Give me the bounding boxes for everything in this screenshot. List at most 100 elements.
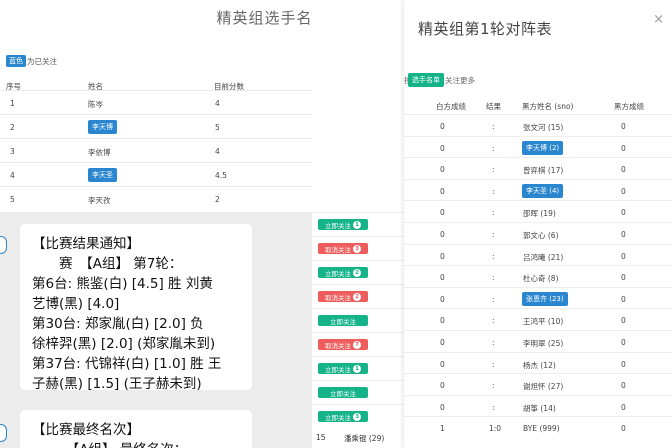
pairing-row: 0: 李天博 (2) 0 (404, 135, 672, 158)
player-no: 2 (10, 123, 15, 132)
unfollow-button[interactable]: 取消关注7 (318, 339, 368, 350)
white-score: 0 (440, 143, 445, 153)
black-name-followed[interactable]: 李天圣 (4) (522, 183, 564, 198)
result: : (492, 122, 495, 131)
button-label: 立即关注 (325, 221, 351, 230)
unfollow-button[interactable]: 取消关注 3 (318, 243, 368, 254)
final-ranking-bubble: 【比赛最终名次】 【A组】 最终名次： (20, 410, 252, 448)
black-name[interactable]: 胡筝 (14) (523, 403, 556, 414)
player-row-partial: 立即关注 (312, 380, 404, 404)
player-row-partial: 立即关注 2 (312, 260, 404, 284)
black-name-followed[interactable]: 张恩齐 (23) (522, 291, 568, 306)
pairing-row: 0: 胡筝 (14) 0 (404, 394, 672, 417)
follow-count-badge: 3 (353, 412, 361, 421)
player-score: 4 (215, 147, 220, 156)
button-label: 立即关注 (330, 389, 356, 398)
result: : (492, 338, 495, 347)
unfollow-button[interactable]: 取消关注 2 (318, 291, 368, 302)
bottom-row-name: 潘乘锟 (29) (344, 434, 385, 443)
follow-count-badge: 1 (353, 364, 361, 373)
result: 1:0 (489, 424, 502, 434)
black-score: 0 (621, 273, 626, 283)
result: : (492, 402, 495, 412)
message-line: 徐梓羿(黑) [2.0] (郑家胤未到) (32, 336, 216, 352)
white-score: 0 (440, 294, 445, 304)
message-line: 【比赛结果通知】 (32, 236, 140, 252)
black-name[interactable]: 曾弈棋 (17) (523, 165, 563, 176)
message-line: 第37台: 代锦祥(白) [1.0] 胜 王 (32, 356, 222, 372)
avatar-edge[interactable] (0, 236, 7, 254)
pairing-row: 0: 吕鸿曦 (21) 0 (404, 243, 672, 266)
pairing-row: 0: 张文河 (15) 0 (404, 114, 672, 136)
black-score: 0 (621, 230, 626, 239)
follow-count-badge: 1 (353, 220, 361, 229)
pairing-row: 1 1:0 BYE (999) 0 (404, 416, 672, 438)
legend-blue-chip: 蓝色 (6, 55, 26, 67)
black-name[interactable]: 李明翠 (25) (523, 338, 563, 349)
black-name[interactable]: 杨杰 (12) (523, 360, 556, 371)
pairing-row: 0: 谢炟怀 (27) 0 (404, 373, 672, 395)
pairing-row: 0: 邵晖 (19) 0 (404, 200, 672, 222)
white-score: 0 (440, 251, 445, 261)
button-label: 立即关注 (330, 317, 356, 326)
black-name[interactable]: 张文河 (15) (523, 122, 563, 133)
player-no: 5 (10, 195, 15, 204)
black-score: 0 (621, 165, 626, 175)
white-score: 0 (440, 381, 445, 391)
follow-count-badge: 7 (353, 340, 361, 349)
black-name[interactable]: 谢炟怀 (27) (523, 381, 563, 392)
white-score: 0 (440, 273, 445, 283)
black-name[interactable]: 郭文心 (6) (523, 230, 559, 241)
black-name[interactable]: 王鸿平 (10) (523, 316, 563, 327)
black-score: 0 (621, 402, 626, 412)
black-score: 0 (621, 338, 626, 347)
player-row-partial: 立即关注 3 (312, 404, 404, 428)
black-name-followed[interactable]: 李天博 (2) (522, 140, 564, 155)
player-list-button[interactable]: 选手名单 (408, 73, 444, 87)
result-notice-bubble: 【比赛结果通知】 赛 【A组】 第7轮： 第6台: 熊鉴(白) [4.5] 胜 刘… (20, 224, 252, 392)
black-score: 0 (621, 208, 626, 218)
message-line: 赛 【A组】 第7轮： (32, 256, 183, 272)
followed-legend: 蓝色 为已关注 (6, 55, 57, 67)
player-score: 5 (215, 123, 220, 132)
pairing-toolbar: 按 选手名单 关注更多 (404, 73, 475, 87)
player-score: 4.5 (215, 171, 227, 180)
follow-button[interactable]: 立即关注 1 (318, 219, 368, 230)
white-score: 0 (440, 316, 445, 326)
follow-button[interactable]: 立即关注 (318, 387, 368, 398)
message-line: 第6台: 熊鉴(白) [4.5] 胜 刘黄 (32, 276, 213, 292)
white-score: 0 (440, 402, 445, 412)
follow-button[interactable]: 立即关注2 (318, 267, 368, 278)
pairing-dialog: 精英组第1轮对阵表 × 按 选手名单 关注更多 白方成绩 结果 黑方姓名 (sn… (404, 0, 672, 448)
avatar-edge-2[interactable] (0, 424, 7, 442)
pairing-row: 0: 李明翠 (25) 0 (404, 330, 672, 352)
follow-button[interactable]: 立即关注 1 (318, 363, 368, 374)
button-label: 取消关注 (325, 293, 351, 302)
player-name[interactable]: 李天孜 (88, 195, 111, 206)
pairing-row: 0: 王鸿平 (10) 0 (404, 308, 672, 330)
black-name[interactable]: 吕鸿曦 (21) (523, 252, 563, 263)
player-name[interactable]: 李依博 (88, 147, 111, 158)
close-icon[interactable]: × (653, 12, 664, 27)
player-name[interactable]: 陈岑 (88, 99, 103, 110)
player-row-partial: 取消关注 2 (312, 284, 404, 308)
black-name[interactable]: 邵晖 (19) (523, 208, 556, 219)
player-row-partial: 立即关注 (312, 308, 404, 332)
follow-button[interactable]: 立即关注 3 (318, 411, 368, 422)
follow-button[interactable]: 立即关注 (318, 315, 368, 326)
follow-buttons-column: 立即关注 1 取消关注 3 立即关注 2 取消关注 2 立即关注 取消关注 7 立即关注 1 立即关注 立即… (312, 0, 404, 448)
message-line: 第30台: 郑家胤(白) [2.0] 负 (32, 316, 204, 332)
player-row-partial: 取消关注 7 (312, 332, 404, 356)
message-line: 子赫(黑) [1.5] (王子赫未到) (32, 376, 202, 392)
player-name-followed[interactable]: 李天博 (88, 120, 117, 134)
white-score: 0 (440, 338, 445, 347)
result: : (492, 165, 495, 175)
pairing-row: 0: 郭文心 (6) 0 (404, 222, 672, 244)
black-name[interactable]: BYE (999) (523, 424, 560, 433)
follow-more-text: 关注更多 (445, 75, 475, 85)
white-score: 1 (440, 424, 445, 434)
black-name[interactable]: 杜心奇 (8) (523, 273, 559, 284)
player-row-partial: 立即关注 1 (312, 212, 404, 236)
header-black-score: 黑方成绩 (614, 102, 644, 111)
player-name-followed[interactable]: 李天圣 (88, 168, 117, 182)
